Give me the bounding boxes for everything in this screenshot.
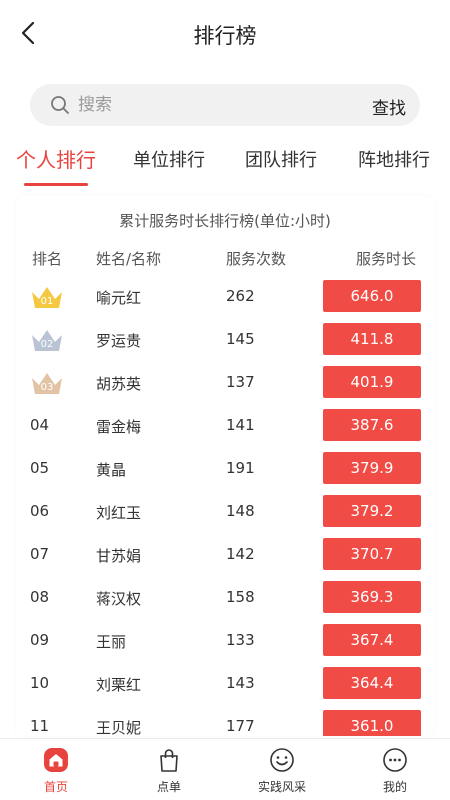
table-row[interactable]: 02 罗运贵 145 411.8 bbox=[16, 323, 434, 357]
row-count: 191 bbox=[226, 459, 255, 477]
rank-number: 09 bbox=[30, 631, 50, 649]
row-count: 137 bbox=[226, 373, 255, 391]
row-hours: 370.7 bbox=[323, 538, 421, 570]
active-tab-indicator bbox=[24, 183, 88, 186]
search-icon bbox=[51, 96, 69, 114]
bottom-tab-bar: 首页 点单 实践风采 我的 bbox=[0, 738, 450, 800]
tabbar-item-order[interactable]: 点单 bbox=[124, 747, 214, 795]
tabbar-label: 实践风采 bbox=[257, 780, 306, 794]
row-name: 蒋汉权 bbox=[96, 590, 142, 608]
table-row[interactable]: 03 胡苏英 137 401.9 bbox=[16, 366, 434, 400]
ranking-subtitle: 累计服务时长排行榜(单位:小时) bbox=[119, 212, 331, 230]
column-header-name: 姓名/名称 bbox=[96, 250, 162, 268]
tabbar-item-home[interactable]: 首页 bbox=[11, 747, 101, 795]
row-count: 133 bbox=[226, 631, 255, 649]
table-row[interactable]: 10 刘栗红 143 364.4 bbox=[16, 667, 434, 701]
table-row[interactable]: 01 喻元红 262 646.0 bbox=[16, 280, 434, 314]
tabbar-item-practice[interactable]: 实践风采 bbox=[237, 747, 327, 795]
tab-personal-ranking[interactable]: 个人排行 bbox=[16, 144, 96, 173]
column-header-hours: 服务时长 bbox=[356, 250, 417, 268]
tabbar-label: 首页 bbox=[43, 780, 68, 794]
row-name: 罗运贵 bbox=[96, 332, 142, 350]
row-hours: 387.6 bbox=[323, 409, 421, 441]
rank-number: 11 bbox=[30, 717, 50, 735]
search-input[interactable] bbox=[78, 84, 348, 126]
ranking-tabs: 个人排行 单位排行 团队排行 阵地排行 bbox=[0, 140, 450, 186]
row-name: 黄晶 bbox=[96, 461, 127, 479]
row-hours: 367.4 bbox=[323, 624, 421, 656]
tabbar-label: 我的 bbox=[382, 780, 407, 794]
row-count: 145 bbox=[226, 330, 255, 348]
column-header-count: 服务次数 bbox=[226, 250, 287, 268]
row-hours: 369.3 bbox=[323, 581, 421, 613]
row-hours: 401.9 bbox=[323, 366, 421, 398]
shopping-bag-icon bbox=[160, 749, 178, 772]
tabbar-item-mine[interactable]: 我的 bbox=[350, 747, 440, 795]
gold-crown-icon: 01 bbox=[30, 284, 64, 310]
row-name: 王丽 bbox=[96, 633, 127, 651]
row-hours: 379.9 bbox=[323, 452, 421, 484]
tab-team-ranking[interactable]: 团队排行 bbox=[245, 146, 317, 172]
search-button[interactable]: 查找 bbox=[372, 94, 406, 119]
header-bar: 排行榜 bbox=[0, 0, 450, 68]
rank-number: 01 bbox=[40, 296, 54, 307]
rank-number: 03 bbox=[40, 382, 54, 393]
row-name: 王贝妮 bbox=[96, 719, 142, 736]
column-header-rank: 排名 bbox=[32, 250, 63, 268]
table-row[interactable]: 09 王丽 133 367.4 bbox=[16, 624, 434, 658]
row-name: 甘苏娟 bbox=[96, 547, 142, 565]
rank-number: 02 bbox=[40, 339, 54, 350]
page-title: 排行榜 bbox=[193, 24, 257, 48]
row-count: 158 bbox=[226, 588, 255, 606]
table-row[interactable]: 04 雷金梅 141 387.6 bbox=[16, 409, 434, 443]
table-row[interactable]: 08 蒋汉权 158 369.3 bbox=[16, 581, 434, 615]
row-hours: 364.4 bbox=[323, 667, 421, 699]
row-name: 喻元红 bbox=[96, 289, 142, 307]
ranking-card: 累计服务时长排行榜(单位:小时) 排名 姓名/名称 服务次数 服务时长 01 喻… bbox=[16, 196, 434, 736]
rank-number: 06 bbox=[30, 502, 50, 520]
row-name: 刘红玉 bbox=[96, 504, 142, 522]
smiley-icon bbox=[270, 748, 294, 772]
row-hours: 361.0 bbox=[323, 710, 421, 736]
rank-number: 05 bbox=[30, 459, 50, 477]
row-hours: 646.0 bbox=[323, 280, 421, 312]
table-row[interactable]: 06 刘红玉 148 379.2 bbox=[16, 495, 434, 529]
row-hours: 379.2 bbox=[323, 495, 421, 527]
row-name: 雷金梅 bbox=[96, 418, 142, 436]
row-hours: 411.8 bbox=[323, 323, 421, 355]
tabbar-label: 点单 bbox=[156, 780, 181, 794]
tab-unit-ranking[interactable]: 单位排行 bbox=[133, 146, 205, 172]
row-count: 141 bbox=[226, 416, 255, 434]
row-count: 143 bbox=[226, 674, 255, 692]
rank-number: 07 bbox=[30, 545, 50, 563]
row-name: 刘栗红 bbox=[96, 676, 142, 694]
row-name: 胡苏英 bbox=[96, 375, 142, 393]
table-row[interactable]: 11 王贝妮 177 361.0 bbox=[16, 710, 434, 736]
row-count: 148 bbox=[226, 502, 255, 520]
home-icon bbox=[44, 748, 68, 772]
row-count: 177 bbox=[226, 717, 255, 735]
table-row[interactable]: 05 黄晶 191 379.9 bbox=[16, 452, 434, 486]
row-count: 262 bbox=[226, 287, 255, 305]
rank-number: 04 bbox=[30, 416, 50, 434]
chat-dots-icon bbox=[383, 748, 407, 772]
table-header: 排名 姓名/名称 服务次数 服务时长 bbox=[16, 248, 434, 272]
tab-site-ranking[interactable]: 阵地排行 bbox=[358, 146, 430, 172]
table-row[interactable]: 07 甘苏娟 142 370.7 bbox=[16, 538, 434, 572]
silver-crown-icon: 02 bbox=[30, 327, 64, 353]
row-count: 142 bbox=[226, 545, 255, 563]
rank-number: 08 bbox=[30, 588, 50, 606]
bronze-crown-icon: 03 bbox=[30, 370, 64, 396]
search-bar: 查找 bbox=[30, 84, 420, 126]
rank-number: 10 bbox=[30, 674, 50, 692]
